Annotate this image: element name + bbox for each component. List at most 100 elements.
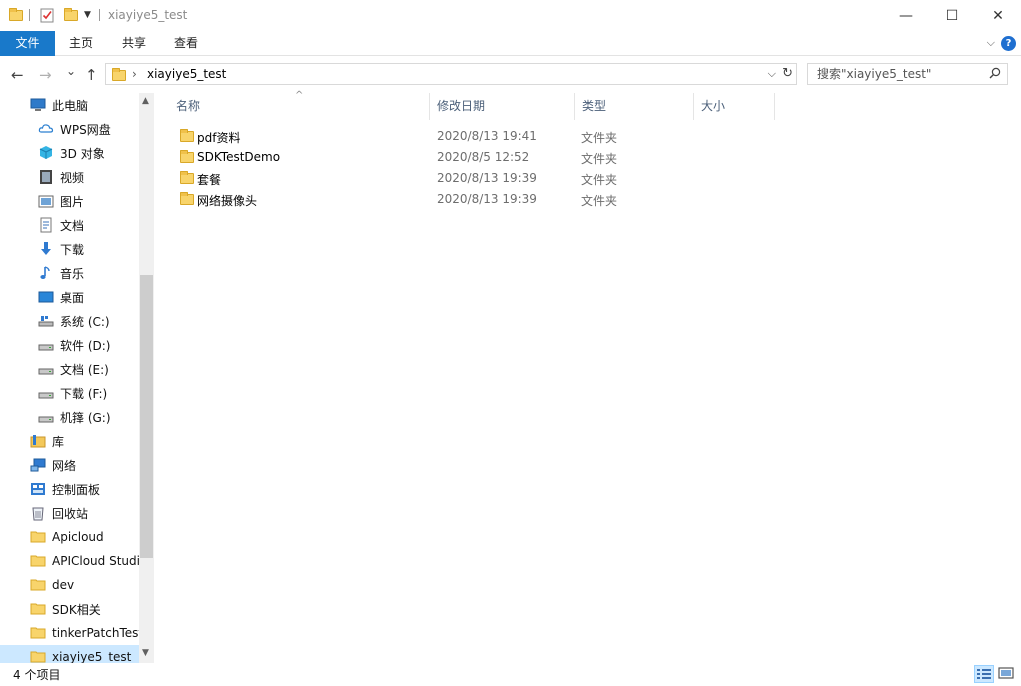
sidebar-item[interactable]: WPS网盘 (0, 117, 139, 141)
sidebar-item[interactable]: 此电脑 (0, 93, 139, 117)
sidebar-item[interactable]: xiayiye5_test (0, 645, 139, 663)
scrollbar-thumb[interactable] (140, 275, 153, 558)
maximize-button[interactable]: ☐ (929, 0, 975, 31)
up-button[interactable]: ↑ (85, 66, 98, 84)
drive-icon (38, 409, 54, 425)
column-divider[interactable] (774, 93, 775, 120)
table-row[interactable]: 网络摄像头 2020/8/13 19:39 文件夹 (175, 189, 775, 210)
table-row[interactable]: SDKTestDemo 2020/8/5 12:52 文件夹 (175, 147, 775, 168)
sidebar-item[interactable]: 网络 (0, 453, 139, 477)
table-row[interactable]: pdf资料 2020/8/13 19:41 文件夹 (175, 126, 775, 147)
file-name[interactable]: 网络摄像头 (197, 192, 257, 209)
file-date: 2020/8/13 19:39 (437, 171, 537, 185)
sidebar-item[interactable]: 系统 (C:) (0, 309, 139, 333)
sidebar-item[interactable]: SDK相关 (0, 597, 139, 621)
navigation-pane-scrollbar[interactable]: ▲ ▼ (139, 93, 154, 663)
table-row[interactable]: 套餐 2020/8/13 19:39 文件夹 (175, 168, 775, 189)
help-icon[interactable]: ? (1001, 36, 1016, 51)
sidebar-item[interactable]: APICloud Studio (0, 549, 139, 573)
tab-file[interactable]: 文件 (0, 31, 55, 56)
sidebar-item[interactable]: 音乐 (0, 261, 139, 285)
ribbon-expand-icon[interactable]: ⌵ (987, 36, 995, 50)
sidebar-item[interactable]: 图片 (0, 189, 139, 213)
sidebar-item-label: tinkerPatchTest (52, 626, 139, 640)
sidebar-item-label: WPS网盘 (60, 122, 111, 137)
sidebar-item[interactable]: 下载 (F:) (0, 381, 139, 405)
column-header-size[interactable]: 大小 (694, 93, 774, 120)
new-folder-icon[interactable] (64, 6, 78, 24)
sidebar-item[interactable]: tinkerPatchTest (0, 621, 139, 645)
back-button[interactable]: ← (11, 66, 24, 84)
sidebar-item[interactable]: 视频 (0, 165, 139, 189)
sidebar-item[interactable]: 下载 (0, 237, 139, 261)
scroll-up-icon[interactable]: ▲ (142, 96, 149, 106)
sidebar-item-label: dev (52, 578, 75, 592)
sidebar-item-label: SDK相关 (52, 602, 101, 617)
folder-icon (180, 192, 194, 205)
sidebar-item[interactable]: dev (0, 573, 139, 597)
file-name[interactable]: 套餐 (197, 171, 221, 188)
large-icons-view-icon (998, 667, 1014, 679)
sidebar-item[interactable]: Apicloud (0, 525, 139, 549)
folder-icon (30, 577, 46, 593)
sidebar-item-label: 网络 (52, 458, 77, 473)
sidebar-item[interactable]: 3D 对象 (0, 141, 139, 165)
forward-button[interactable]: → (39, 66, 52, 84)
folder-icon (180, 171, 194, 184)
refresh-button[interactable]: ↻ (782, 66, 793, 81)
search-input[interactable] (808, 64, 988, 84)
search-icon[interactable] (989, 67, 1001, 79)
column-header-date[interactable]: 修改日期 (430, 93, 574, 120)
folder-icon (30, 625, 46, 641)
breadcrumb[interactable]: xiayiye5_test (147, 67, 226, 81)
file-date: 2020/8/13 19:41 (437, 129, 537, 143)
sidebar-item[interactable]: 文档 (E:) (0, 357, 139, 381)
file-name[interactable]: pdf资料 (197, 129, 240, 146)
tab-share[interactable]: 共享 (110, 31, 158, 56)
sidebar-item-label: 文档 (E:) (60, 362, 109, 377)
recent-locations-button[interactable]: ⌄ (66, 64, 76, 78)
tab-home[interactable]: 主页 (57, 31, 105, 56)
file-name[interactable]: SDKTestDemo (197, 150, 280, 164)
sidebar-item[interactable]: 桌面 (0, 285, 139, 309)
address-bar[interactable]: › xiayiye5_test ⌵ ↻ (105, 63, 797, 85)
sidebar-item-label: 软件 (D:) (60, 338, 111, 353)
minimize-button[interactable]: — (883, 0, 929, 31)
window-title: xiayiye5_test (108, 8, 188, 22)
sidebar-item[interactable]: 库 (0, 429, 139, 453)
column-header-name[interactable]: 名称 (169, 93, 429, 120)
properties-icon[interactable] (40, 6, 54, 24)
sidebar-item-label: 3D 对象 (60, 146, 105, 161)
file-type: 文件夹 (581, 173, 618, 187)
network-icon (30, 457, 46, 473)
sidebar-item[interactable]: 软件 (D:) (0, 333, 139, 357)
large-icons-view-button[interactable] (997, 665, 1017, 683)
folder-icon (180, 129, 194, 142)
folder-icon (30, 649, 46, 663)
downloads-icon (38, 241, 54, 257)
sidebar-item[interactable]: 机箨 (G:) (0, 405, 139, 429)
search-box[interactable] (807, 63, 1008, 85)
item-count: 4 个项目 (13, 668, 61, 682)
customize-toolbar-icon[interactable]: ▼ (84, 6, 91, 24)
sidebar-item[interactable]: 回收站 (0, 501, 139, 525)
sidebar-item[interactable]: 文档 (0, 213, 139, 237)
address-dropdown-icon[interactable]: ⌵ (768, 67, 776, 81)
close-button[interactable]: ✕ (975, 0, 1021, 31)
folder-icon (9, 6, 23, 24)
folder-icon (180, 150, 194, 163)
video-icon (38, 169, 54, 185)
scroll-down-icon[interactable]: ▼ (142, 648, 149, 658)
breadcrumb-chevron-icon[interactable]: › (132, 67, 137, 81)
tab-view[interactable]: 查看 (162, 31, 210, 56)
file-date: 2020/8/5 12:52 (437, 150, 530, 164)
sidebar-item-label: 下载 (60, 242, 85, 257)
folder-icon (30, 601, 46, 617)
title-bar: ▼ xiayiye5_test — ☐ ✕ (0, 0, 1021, 31)
details-view-button[interactable] (974, 665, 994, 683)
sidebar-item-label: 视频 (60, 170, 85, 185)
sidebar-item[interactable]: 控制面板 (0, 477, 139, 501)
sidebar-item-label: 回收站 (52, 506, 89, 521)
column-header-type[interactable]: 类型 (575, 93, 693, 120)
folder-icon (30, 553, 46, 569)
